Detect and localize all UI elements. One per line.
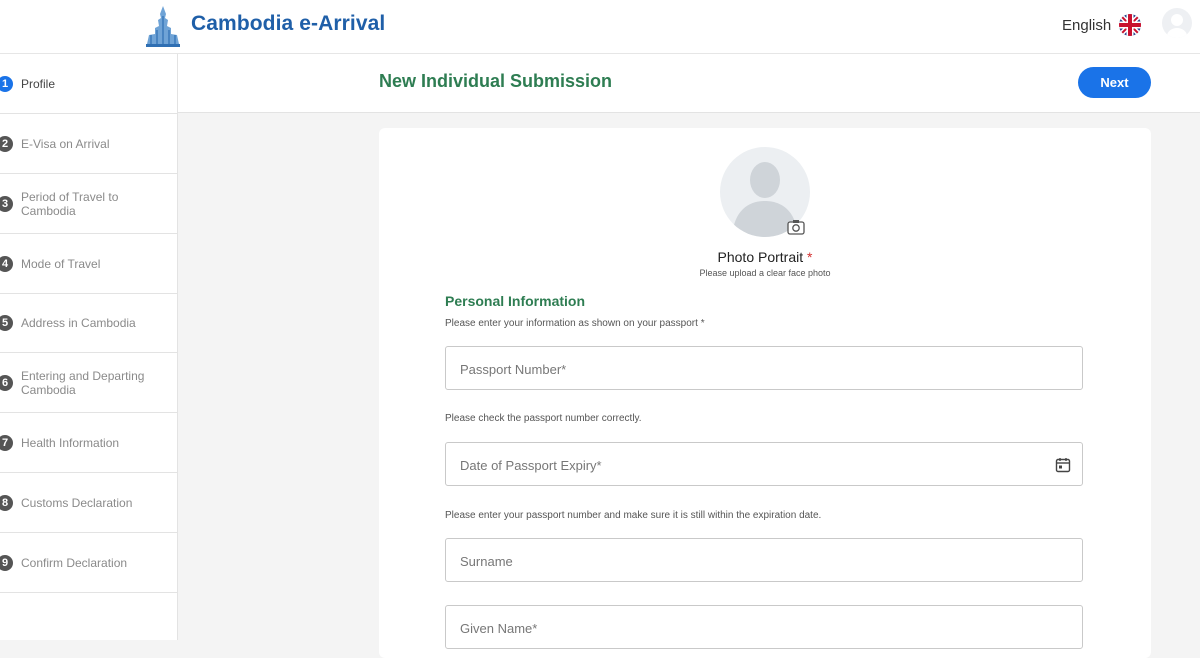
page-header: New Individual Submission Next (178, 54, 1200, 113)
passport-number-hint: Please check the passport number correct… (445, 413, 642, 424)
next-button[interactable]: Next (1078, 67, 1151, 98)
step-label: Profile (21, 76, 56, 91)
photo-hint: Please upload a clear face photo (699, 268, 831, 278)
step-number: 7 (0, 434, 13, 451)
step-label: E-Visa on Arrival (21, 136, 110, 151)
step-customs-declaration[interactable]: 8 Customs Declaration (0, 473, 177, 533)
calendar-icon[interactable] (1055, 457, 1071, 473)
step-number: 6 (0, 374, 13, 391)
step-number: 3 (0, 195, 13, 212)
surname-input[interactable] (458, 539, 1052, 583)
given-name-field[interactable] (445, 605, 1083, 650)
photo-portrait-label: Photo Portrait * (379, 249, 1151, 265)
given-name-input[interactable] (458, 606, 1052, 650)
angkor-logo-icon[interactable] (143, 4, 183, 48)
passport-number-field[interactable] (445, 346, 1083, 391)
step-profile[interactable]: 1 Profile (0, 54, 177, 114)
step-number: 4 (0, 255, 13, 272)
step-label: Customs Declaration (21, 495, 133, 510)
step-number: 1 (0, 75, 13, 92)
personal-information-note: Please enter your information as shown o… (445, 318, 705, 329)
photo-portrait-title: Photo Portrait (717, 249, 804, 265)
step-label: Mode of Travel (21, 256, 101, 271)
form-card: Photo Portrait * Please upload a clear f… (379, 128, 1151, 658)
step-number: 5 (0, 314, 13, 331)
top-bar: Cambodia e-Arrival English (0, 0, 1200, 54)
step-period-of-travel[interactable]: 3 Period of Travel to Cambodia (0, 174, 177, 234)
step-label: Address in Cambodia (21, 315, 136, 330)
step-address-in-cambodia[interactable]: 5 Address in Cambodia (0, 293, 177, 353)
step-label: Confirm Declaration (21, 555, 128, 570)
uk-flag-icon[interactable] (1118, 13, 1142, 37)
brand-title[interactable]: Cambodia e-Arrival (191, 12, 385, 36)
surname-field[interactable] (445, 538, 1083, 583)
passport-number-input[interactable] (458, 347, 1052, 391)
step-confirm-declaration[interactable]: 9 Confirm Declaration (0, 533, 177, 593)
step-health-information[interactable]: 7 Health Information (0, 413, 177, 473)
step-label: Period of Travel to Cambodia (21, 189, 119, 218)
language-selector[interactable]: English (1062, 17, 1111, 34)
step-label: Entering and Departing Cambodia (21, 368, 145, 397)
passport-expiry-hint: Please enter your passport number and ma… (445, 510, 822, 521)
step-e-visa-on-arrival[interactable]: 2 E-Visa on Arrival (0, 114, 177, 174)
required-mark: * (807, 249, 813, 265)
personal-information-heading: Personal Information (445, 293, 586, 309)
step-label: Health Information (21, 435, 120, 450)
passport-expiry-field[interactable] (445, 442, 1083, 487)
passport-expiry-input[interactable] (458, 443, 1052, 487)
user-avatar-icon[interactable] (1162, 8, 1192, 38)
page-title: New Individual Submission (379, 71, 613, 91)
step-number: 8 (0, 494, 13, 511)
step-number: 9 (0, 554, 13, 571)
step-entering-and-departing[interactable]: 6 Entering and Departing Cambodia (0, 353, 177, 413)
camera-icon[interactable] (787, 219, 805, 235)
step-number: 2 (0, 135, 13, 152)
step-mode-of-travel[interactable]: 4 Mode of Travel (0, 234, 177, 294)
step-sidebar: 1 Profile 2 E-Visa on Arrival 3 Period o… (0, 54, 178, 640)
